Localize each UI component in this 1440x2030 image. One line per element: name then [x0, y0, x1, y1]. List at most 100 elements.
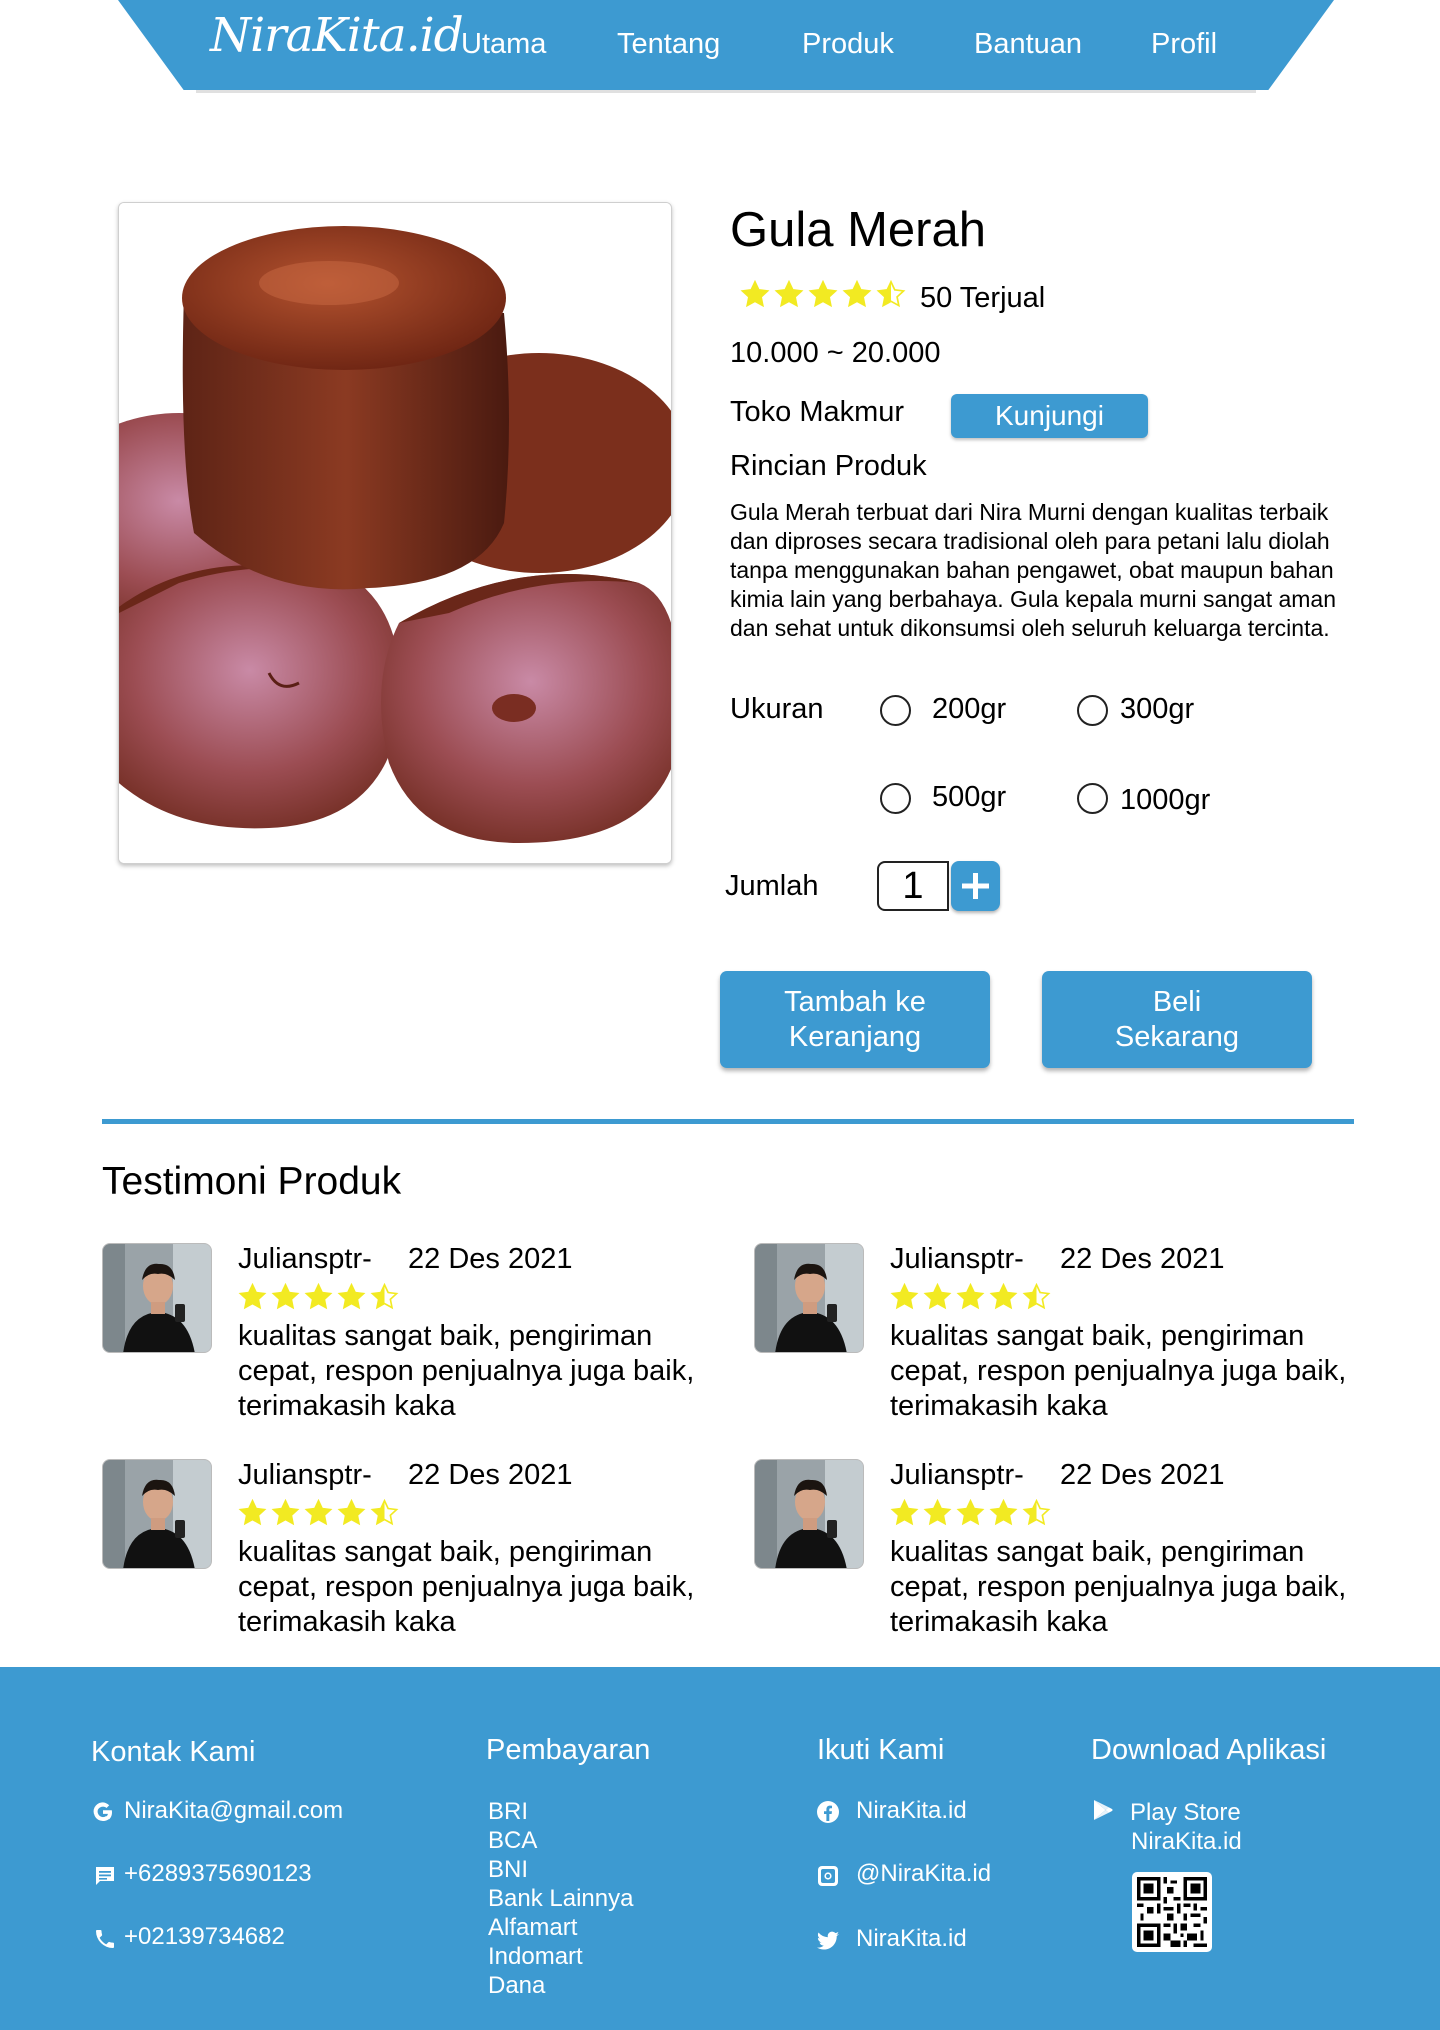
star-full-icon: [956, 1499, 985, 1526]
testimonial-card: Juliansptr- 22 Des 2021 kualitas sangat …: [102, 1459, 702, 1649]
payment-method: Alfamart: [488, 1914, 578, 1941]
nav-link-tentang[interactable]: Tentang: [617, 28, 720, 61]
plus-icon: [962, 873, 989, 899]
avatar-photo: [103, 1244, 211, 1352]
star-half-icon: [876, 280, 906, 308]
section-divider: [102, 1119, 1354, 1124]
star-full-icon: [337, 1499, 366, 1526]
star-full-icon: [304, 1499, 333, 1526]
review-rating: [238, 1283, 399, 1310]
product-price: 10.000 ~ 20.000: [730, 337, 941, 369]
reviewer-name: Juliansptr-: [890, 1243, 1024, 1275]
product-details-heading: Rincian Produk: [730, 450, 927, 482]
testimonial-card: Juliansptr- 22 Des 2021 kualitas sangat …: [754, 1243, 1354, 1433]
star-full-icon: [271, 1283, 300, 1310]
avatar: [754, 1459, 864, 1569]
quantity-increment-button[interactable]: [951, 861, 1000, 911]
star-full-icon: [890, 1283, 919, 1310]
payment-method: Indomart: [488, 1943, 583, 1970]
size-label: Ukuran: [730, 693, 824, 725]
qr-code-pattern: [1137, 1877, 1207, 1947]
star-half-icon: [370, 1283, 399, 1310]
store-name: Toko Makmur: [730, 396, 905, 428]
play-store-label[interactable]: Play Store: [1130, 1799, 1241, 1827]
size-radio-300gr[interactable]: [1077, 695, 1108, 726]
facebook-icon: [817, 1801, 839, 1823]
quantity-label: Jumlah: [725, 870, 819, 902]
avatar-photo: [103, 1460, 211, 1568]
star-full-icon: [337, 1283, 366, 1310]
buy-now-button[interactable]: Beli Sekarang: [1042, 971, 1312, 1068]
google-icon: [93, 1802, 112, 1822]
palm-sugar-image: [119, 203, 671, 863]
facebook-link[interactable]: NiraKita.id: [856, 1797, 967, 1825]
review-date: 22 Des 2021: [1060, 1243, 1225, 1275]
star-full-icon: [304, 1283, 333, 1310]
site-logo[interactable]: NiraKita.id: [210, 8, 464, 63]
star-full-icon: [271, 1499, 300, 1526]
star-full-icon: [740, 280, 770, 308]
size-option-label[interactable]: 500gr: [932, 781, 1006, 814]
contact-email[interactable]: NiraKita@gmail.com: [124, 1797, 343, 1825]
nav-link-utama[interactable]: Utama: [461, 28, 546, 61]
star-full-icon: [842, 280, 872, 308]
download-heading: Download Aplikasi: [1091, 1734, 1327, 1766]
testimonial-card: Juliansptr- 22 Des 2021 kualitas sangat …: [754, 1459, 1354, 1649]
size-radio-500gr[interactable]: [880, 783, 911, 814]
review-rating: [890, 1283, 1051, 1310]
star-full-icon: [956, 1283, 985, 1310]
review-text: kualitas sangat baik, pengiriman cepat, …: [238, 1536, 695, 1638]
reviewer-name: Juliansptr-: [238, 1243, 372, 1275]
quantity-input[interactable]: 1: [877, 861, 949, 911]
star-full-icon: [238, 1499, 267, 1526]
payment-heading: Pembayaran: [486, 1734, 651, 1766]
play-store-app-name[interactable]: NiraKita.id: [1131, 1828, 1242, 1856]
size-radio-200gr[interactable]: [880, 695, 911, 726]
star-half-icon: [1022, 1499, 1051, 1526]
product-title: Gula Merah: [730, 203, 987, 257]
testimonial-card: Juliansptr- 22 Des 2021 kualitas sangat …: [102, 1243, 702, 1433]
avatar: [102, 1243, 212, 1353]
nav-link-bantuan[interactable]: Bantuan: [974, 28, 1082, 61]
size-option-label[interactable]: 200gr: [932, 693, 1006, 726]
review-rating: [238, 1499, 399, 1526]
star-full-icon: [989, 1499, 1018, 1526]
contact-telephone[interactable]: +02139734682: [124, 1923, 285, 1951]
size-option-label[interactable]: 1000gr: [1120, 784, 1210, 817]
payment-method: Bank Lainnya: [488, 1885, 634, 1912]
instagram-link[interactable]: @NiraKita.id: [856, 1860, 991, 1888]
size-option-label[interactable]: 300gr: [1120, 693, 1194, 726]
star-full-icon: [989, 1283, 1018, 1310]
contact-phone[interactable]: +6289375690123: [124, 1860, 312, 1888]
review-date: 22 Des 2021: [408, 1243, 573, 1275]
product-description: Gula Merah terbuat dari Nira Murni denga…: [730, 499, 1337, 641]
nav-link-produk[interactable]: Produk: [802, 28, 894, 61]
avatar-photo: [755, 1460, 863, 1568]
nav-link-profil[interactable]: Profil: [1151, 28, 1217, 61]
review-date: 22 Des 2021: [1060, 1459, 1225, 1491]
play-store-icon: [1094, 1800, 1113, 1820]
qr-code-icon[interactable]: [1132, 1872, 1212, 1952]
star-full-icon: [238, 1283, 267, 1310]
star-full-icon: [774, 280, 804, 308]
payment-method: BRI: [488, 1798, 529, 1825]
add-to-cart-button[interactable]: Tambah ke Keranjang: [720, 971, 990, 1068]
review-text: kualitas sangat baik, pengiriman cepat, …: [890, 1320, 1347, 1422]
star-full-icon: [923, 1283, 952, 1310]
star-half-icon: [1022, 1283, 1051, 1310]
star-half-icon: [370, 1499, 399, 1526]
phone-icon: [96, 1930, 114, 1948]
product-rating: [740, 280, 906, 308]
twitter-link[interactable]: NiraKita.id: [856, 1925, 967, 1953]
review-rating: [890, 1499, 1051, 1526]
size-radio-1000gr[interactable]: [1077, 783, 1108, 814]
star-full-icon: [923, 1499, 952, 1526]
reviewer-name: Juliansptr-: [238, 1459, 372, 1491]
avatar-photo: [755, 1244, 863, 1352]
avatar: [102, 1459, 212, 1569]
review-text: kualitas sangat baik, pengiriman cepat, …: [890, 1536, 1347, 1638]
top-navbar: NiraKita.id Utama Tentang Produk Bantuan…: [118, 0, 1334, 93]
visit-store-button[interactable]: Kunjungi: [951, 394, 1148, 438]
follow-heading: Ikuti Kami: [817, 1734, 945, 1766]
instagram-icon: [818, 1866, 838, 1886]
